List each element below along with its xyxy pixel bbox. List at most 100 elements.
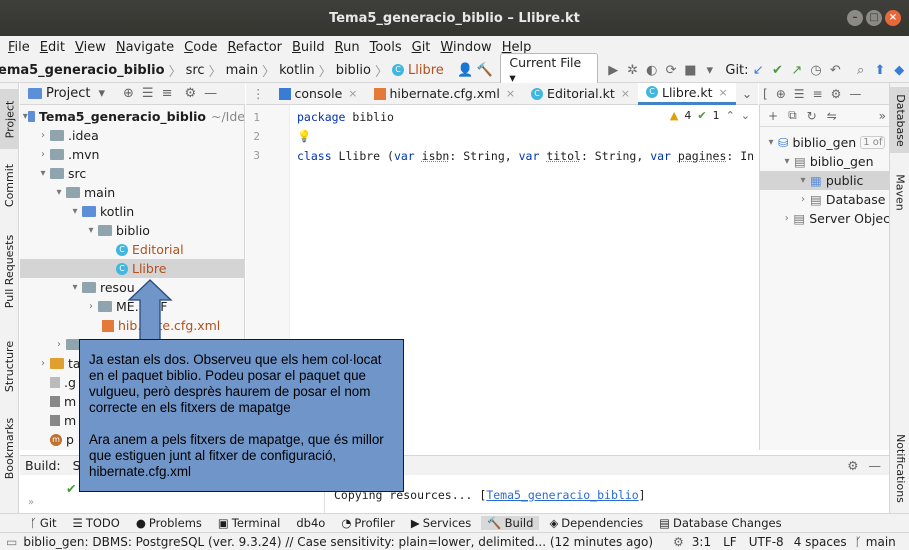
hide-icon[interactable]: — [869, 458, 882, 473]
tree-item-src[interactable]: ▾ src [20, 164, 244, 183]
update-icon[interactable]: ⬆ [870, 63, 889, 78]
tree-item-llibre[interactable]: C Llibre [20, 259, 244, 278]
tool-terminal[interactable]: ▣ Terminal [212, 516, 286, 530]
debug-icon[interactable]: ✲ [623, 63, 642, 78]
tab-console[interactable]: console × [271, 83, 366, 105]
tree-item-mvn[interactable]: › .mvn [20, 145, 244, 164]
build-project-link[interactable]: Tema5_generacio_biblio [486, 488, 638, 502]
add-icon[interactable]: + [768, 109, 778, 123]
tool-git[interactable]: ᚴ Git [24, 516, 63, 530]
search-icon[interactable]: ⌕ [851, 63, 870, 78]
chevron-down-icon[interactable]: ▾ [98, 86, 105, 101]
menu-window[interactable]: Window [435, 40, 496, 55]
menu-tools[interactable]: Tools [365, 40, 407, 55]
breadcrumb-llibre[interactable]: Llibre [408, 63, 444, 78]
tab-project[interactable]: Project [0, 89, 19, 149]
breadcrumb-main[interactable]: main [226, 63, 258, 78]
expand-icon[interactable]: » [28, 497, 34, 508]
close-icon[interactable]: × [348, 87, 357, 100]
breadcrumb-kotlin[interactable]: kotlin [279, 63, 315, 78]
expand-all-icon[interactable]: ☰ [142, 86, 154, 101]
chevron-down-icon[interactable]: ⌄ [741, 109, 750, 122]
menu-file[interactable]: File [3, 40, 35, 55]
maximize-button[interactable]: □ [866, 10, 882, 26]
git-commit-icon[interactable]: ✔ [768, 63, 787, 78]
tab-pull-requests[interactable]: Pull Requests [0, 231, 19, 311]
tab-scroll-left-icon[interactable]: ⋮ [246, 86, 271, 101]
git-branch[interactable]: main [866, 535, 896, 549]
git-push-icon[interactable]: ↗ [787, 63, 806, 78]
menu-code[interactable]: Code [179, 40, 222, 55]
db-item-public[interactable]: ▾ ▦ public [760, 171, 889, 190]
line-separator[interactable]: LF [723, 535, 737, 549]
run-icon[interactable]: ▶ [604, 63, 623, 78]
chevron-up-icon[interactable]: ⌃ [726, 109, 735, 122]
database-tab-icon[interactable]: [ [763, 87, 768, 101]
gear-icon[interactable]: ⚙ [184, 86, 196, 101]
hide-icon[interactable]: — [849, 87, 861, 101]
tool-services[interactable]: ▶ Services [405, 516, 477, 530]
tree-item-editorial[interactable]: C Editorial [20, 240, 244, 259]
db-item-database-objects[interactable]: › ▤ Database [760, 190, 889, 209]
menu-run[interactable]: Run [330, 40, 365, 55]
locate-icon[interactable]: ⊕ [123, 86, 134, 101]
tool-db4o[interactable]: db4o [290, 516, 331, 530]
user-icon[interactable]: 👤 [456, 63, 475, 78]
tool-dependencies[interactable]: ◈ Dependencies [543, 516, 649, 530]
tree-root[interactable]: ▾ Tema5_generacio_biblio ~/Ide [20, 107, 244, 126]
expand-all-icon[interactable]: ☰ [794, 87, 805, 101]
git-rollback-icon[interactable]: ↶ [826, 63, 845, 78]
stop-icon[interactable]: ■ [681, 63, 700, 78]
breadcrumb-src[interactable]: src [186, 63, 205, 78]
hide-icon[interactable]: — [204, 86, 217, 101]
db-item-connection[interactable]: ▾ ⛁ biblio_gen 1 of [760, 133, 889, 152]
tree-item-idea[interactable]: › .idea [20, 126, 244, 145]
minimize-button[interactable]: – [847, 10, 863, 26]
refresh-icon[interactable]: ↻ [807, 109, 817, 123]
overflow-icon[interactable]: » [879, 109, 886, 123]
menu-refactor[interactable]: Refactor [222, 40, 287, 55]
db-connection-icon[interactable]: ⚙ [673, 535, 684, 549]
tree-item-kotlin[interactable]: ▾ kotlin [20, 202, 244, 221]
git-update-icon[interactable]: ↙ [749, 63, 768, 78]
tab-llibre[interactable]: C Llibre.kt × [637, 82, 736, 105]
tool-build[interactable]: 🔨 Build [481, 516, 540, 530]
close-icon[interactable]: × [719, 86, 728, 99]
tab-bookmarks[interactable]: Bookmarks [0, 413, 19, 483]
tool-todo[interactable]: ☰ TODO [67, 516, 126, 530]
caret-position[interactable]: 3:1 [692, 535, 711, 549]
db-item-database[interactable]: ▾ ▤ biblio_gen [760, 152, 889, 171]
file-encoding[interactable]: UTF-8 [749, 535, 784, 549]
more-run-icon[interactable]: ▾ [700, 63, 719, 78]
tree-item-main[interactable]: ▾ main [20, 183, 244, 202]
close-icon[interactable]: × [506, 87, 515, 100]
collapse-all-icon[interactable]: ≡ [162, 86, 173, 101]
gear-icon[interactable]: ⚙ [831, 87, 842, 101]
tool-profiler[interactable]: ◔ Profiler [335, 516, 401, 530]
tree-item-biblio[interactable]: ▾ biblio [20, 221, 244, 240]
tab-notifications[interactable]: Notifications [890, 423, 909, 513]
menu-navigate[interactable]: Navigate [111, 40, 179, 55]
plugin-icon[interactable]: ◆ [890, 63, 909, 78]
gear-icon[interactable]: ⚙ [847, 458, 858, 473]
git-history-icon[interactable]: ◷ [806, 63, 825, 78]
copy-icon[interactable]: ⧉ [788, 108, 797, 123]
coverage-icon[interactable]: ◐ [642, 63, 661, 78]
indent-setting[interactable]: 4 spaces [794, 535, 847, 549]
tab-list-icon[interactable]: ⌄ [736, 86, 758, 101]
project-panel-title[interactable]: Project [46, 86, 90, 101]
menu-git[interactable]: Git [407, 40, 436, 55]
close-icon[interactable]: × [621, 87, 630, 100]
schema-icon[interactable]: ⇋ [827, 109, 837, 123]
tab-structure[interactable]: Structure [0, 331, 19, 401]
tab-maven[interactable]: Maven [890, 167, 909, 217]
tab-editorial[interactable]: C Editorial.kt × [523, 83, 638, 105]
breadcrumb-biblio[interactable]: biblio [336, 63, 371, 78]
close-button[interactable]: × [885, 10, 901, 26]
tab-commit[interactable]: Commit [0, 155, 19, 215]
locate-icon[interactable]: ⊕ [776, 87, 786, 101]
tab-database[interactable]: Database [890, 87, 909, 153]
collapse-all-icon[interactable]: ≡ [813, 87, 823, 101]
db-item-server-objects[interactable]: › ▤ Server Objec [760, 209, 889, 228]
inspection-widget[interactable]: ▲ 4 ✔ 1 ⌃ ⌄ [670, 109, 750, 122]
